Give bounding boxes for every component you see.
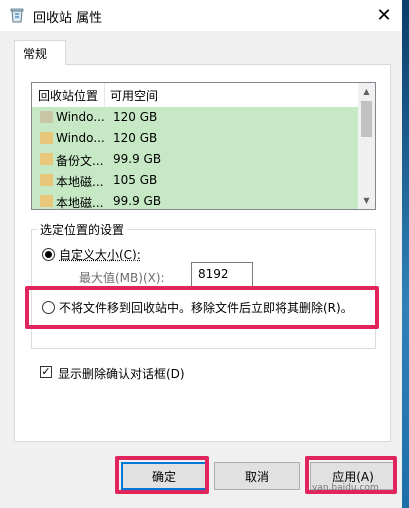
list-item[interactable]: Windo... 120 GB [32, 107, 358, 128]
custom-size-radio[interactable] [42, 248, 55, 261]
title-bar: 回收站 属性 ✕ [0, 0, 402, 31]
location-name: 备份文... [56, 154, 104, 168]
recycle-bin-location-list[interactable]: 回收站位置 可用空间 Windo... 120 GB Windo... 120 … [31, 82, 376, 210]
list-item[interactable]: Windo... 120 GB [32, 128, 358, 149]
no-recycle-label[interactable]: 不将文件移到回收站中。移除文件后立即将其删除(R)。 [59, 299, 353, 316]
no-recycle-radio[interactable] [42, 301, 55, 314]
drive-icon [40, 111, 53, 123]
column-header-space[interactable]: 可用空间 [110, 87, 158, 104]
max-size-input[interactable]: 8192 [191, 262, 253, 287]
desktop-background [402, 0, 409, 508]
folder-icon [40, 174, 53, 186]
window-title: 回收站 属性 [33, 11, 103, 26]
list-item[interactable]: 本地磁... 99.9 GB [32, 191, 358, 210]
free-space: 99.9 GB [113, 194, 162, 208]
custom-size-label[interactable]: 自定义大小(C): [59, 246, 141, 263]
scroll-up-arrow-icon[interactable]: ▲ [358, 83, 375, 100]
recycle-bin-icon [10, 8, 24, 23]
list-scrollbar[interactable]: ▲ ▼ [358, 83, 375, 209]
close-button[interactable]: ✕ [366, 0, 402, 31]
location-name: 本地磁... [56, 196, 104, 210]
free-space: 99.9 GB [113, 152, 162, 166]
tab-general[interactable]: 常规 [14, 40, 66, 65]
settings-group-title: 选定位置的设置 [37, 221, 128, 238]
scroll-thumb[interactable] [361, 101, 372, 137]
location-name: Windo... [56, 131, 104, 145]
column-separator [104, 83, 105, 107]
free-space: 120 GB [113, 131, 158, 145]
confirm-delete-label[interactable]: 显示删除确认对话框(D) [58, 365, 185, 382]
highlight-annotation [115, 456, 209, 494]
free-space: 120 GB [113, 110, 158, 124]
location-name: Windo... [56, 110, 104, 124]
folder-icon [40, 132, 53, 144]
column-header-location[interactable]: 回收站位置 [38, 87, 98, 104]
watermark-text: yan.baidu.com [312, 483, 379, 493]
confirm-delete-checkbox[interactable]: ✓ [40, 366, 52, 378]
list-header: 回收站位置 可用空间 [32, 83, 358, 107]
cancel-button[interactable]: 取消 [214, 462, 300, 490]
folder-icon [40, 153, 53, 165]
free-space: 105 GB [113, 173, 158, 187]
list-item[interactable]: 本地磁... 105 GB [32, 170, 358, 191]
folder-icon [40, 195, 53, 207]
list-item[interactable]: 备份文... 99.9 GB [32, 149, 358, 170]
location-name: 本地磁... [56, 175, 104, 189]
recycle-bin-properties-dialog: 回收站 属性 ✕ 常规 回收站位置 可用空间 Windo... 120 GB W… [0, 0, 402, 508]
max-size-label: 最大值(MB)(X): [79, 271, 165, 285]
scroll-down-arrow-icon[interactable]: ▼ [358, 192, 375, 209]
